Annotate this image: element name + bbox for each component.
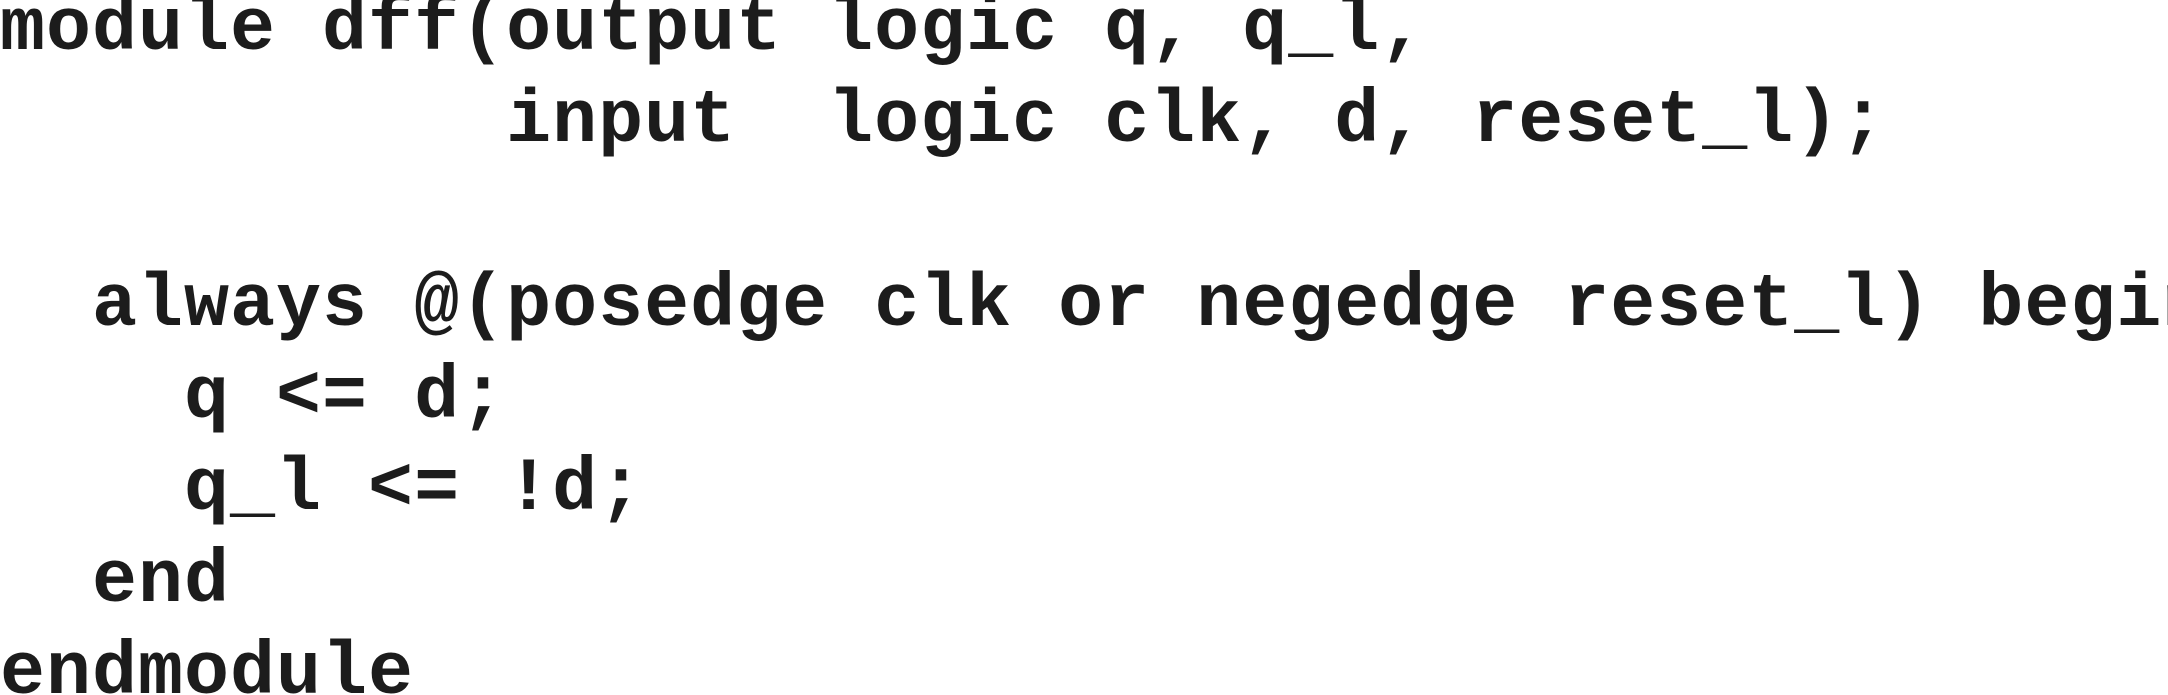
- code-line-assign-q: q <= d;: [0, 355, 507, 440]
- code-line-assign-q-l: q_l <= !d;: [0, 447, 645, 532]
- code-line-always-block: always @(posedge clk or negedge reset_l)…: [0, 263, 2168, 348]
- code-line-endmodule: endmodule: [0, 631, 415, 695]
- code-line-input-ports: input logic clk, d, reset_l);: [0, 79, 1887, 164]
- code-line-end: end: [0, 539, 231, 624]
- code-line-module-declaration: module dff(output logic q, q_l,: [0, 0, 1427, 72]
- code-block: module dff(output logic q, q_l, input lo…: [0, 0, 2168, 695]
